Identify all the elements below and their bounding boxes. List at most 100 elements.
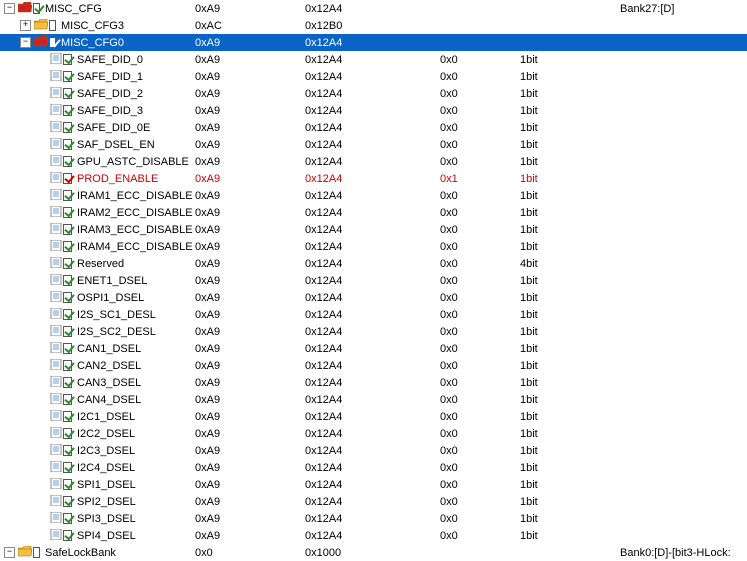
expand-toggle-icon[interactable]: + (20, 20, 31, 31)
checkbox[interactable] (63, 428, 72, 439)
tree-row[interactable]: GPU_ASTC_DISABLE0xA90x12A40x01bit (0, 153, 747, 170)
tree-row[interactable]: IRAM1_ECC_DISABLE0xA90x12A40x01bit (0, 187, 747, 204)
cell-c2: 0x12A4 (305, 309, 440, 321)
checkbox[interactable] (63, 496, 72, 507)
checkbox[interactable] (63, 258, 72, 269)
checkbox[interactable] (33, 547, 40, 558)
node-label: CAN2_DSEL (76, 360, 141, 372)
checkbox[interactable] (63, 309, 72, 320)
node-label: Reserved (76, 258, 124, 270)
tree-row[interactable]: I2C4_DSEL0xA90x12A40x01bit (0, 459, 747, 476)
tree-row[interactable]: SPI4_DSEL0xA90x12A40x01bit (0, 527, 747, 544)
tree-row[interactable]: SAF_DSEL_EN0xA90x12A40x01bit (0, 136, 747, 153)
checkbox[interactable] (63, 139, 72, 150)
tree-row[interactable]: I2S_SC2_DESL0xA90x12A40x01bit (0, 323, 747, 340)
checkbox[interactable] (33, 3, 40, 14)
cell-c3: 0x0 (440, 122, 520, 134)
cell-c2: 0x12A4 (305, 241, 440, 253)
cell-c3: 0x0 (440, 513, 520, 525)
checkbox[interactable] (63, 224, 72, 235)
cell-c2: 0x12A4 (305, 394, 440, 406)
tree-row[interactable]: I2C3_DSEL0xA90x12A40x01bit (0, 442, 747, 459)
checkbox[interactable] (63, 377, 72, 388)
tree-row[interactable]: SPI3_DSEL0xA90x12A40x01bit (0, 510, 747, 527)
expand-toggle-icon[interactable]: − (20, 37, 31, 48)
tree-row[interactable]: I2C1_DSEL0xA90x12A40x01bit (0, 408, 747, 425)
tree-row[interactable]: SAFE_DID_10xA90x12A40x01bit (0, 68, 747, 85)
tree-row[interactable]: OSPI1_DSEL0xA90x12A40x01bit (0, 289, 747, 306)
cell-c3: 0x0 (440, 326, 520, 338)
tree-row[interactable]: IRAM2_ECC_DISABLE0xA90x12A40x01bit (0, 204, 747, 221)
tree-row[interactable]: + MISC_CFG30xAC0x12B0 (0, 17, 747, 34)
cell-c3: 0x0 (440, 360, 520, 372)
cell-c1: 0xA9 (195, 394, 305, 406)
cell-c1: 0xA9 (195, 411, 305, 423)
checkbox[interactable] (63, 513, 72, 524)
tree-row[interactable]: CAN3_DSEL0xA90x12A40x01bit (0, 374, 747, 391)
register-tree[interactable]: − MISC_CFG0xA90x12A4Bank27:[D]+ MISC_CFG… (0, 0, 747, 561)
checkbox[interactable] (63, 411, 72, 422)
checkbox[interactable] (63, 479, 72, 490)
checkbox[interactable] (63, 326, 72, 337)
node-label: SPI1_DSEL (76, 479, 136, 491)
checkbox[interactable] (63, 360, 72, 371)
node-label: SPI3_DSEL (76, 513, 136, 525)
checkbox[interactable] (63, 105, 72, 116)
checkbox[interactable] (63, 190, 72, 201)
checkbox[interactable] (63, 462, 72, 473)
expand-toggle-icon (36, 156, 47, 167)
cell-c1: 0xA9 (195, 241, 305, 253)
tree-row[interactable]: SAFE_DID_30xA90x12A40x01bit (0, 102, 747, 119)
checkbox[interactable] (63, 275, 72, 286)
checkbox[interactable] (63, 292, 72, 303)
cell-c1: 0xAC (195, 20, 305, 32)
cell-c4: 1bit (520, 156, 620, 168)
cell-c1: 0x0 (195, 547, 305, 559)
tree-row[interactable]: SAFE_DID_0E0xA90x12A40x01bit (0, 119, 747, 136)
checkbox[interactable] (63, 394, 72, 405)
tree-row[interactable]: SAFE_DID_00xA90x12A40x01bit (0, 51, 747, 68)
tree-row[interactable]: CAN1_DSEL0xA90x12A40x01bit (0, 340, 747, 357)
checkbox[interactable] (63, 241, 72, 252)
checkbox[interactable] (63, 445, 72, 456)
tree-row[interactable]: I2C2_DSEL0xA90x12A40x01bit (0, 425, 747, 442)
checkbox[interactable] (63, 71, 72, 82)
checkbox[interactable] (63, 88, 72, 99)
node-label: ENET1_DSEL (76, 275, 147, 287)
checkbox[interactable] (63, 54, 72, 65)
tree-row[interactable]: CAN4_DSEL0xA90x12A40x01bit (0, 391, 747, 408)
node-label: I2C2_DSEL (76, 428, 135, 440)
tree-row[interactable]: − MISC_CFG00xA90x12A4 (0, 34, 747, 51)
cell-c1: 0xA9 (195, 513, 305, 525)
cell-c1: 0xA9 (195, 54, 305, 66)
folder-icon (18, 546, 32, 560)
expand-toggle-icon[interactable]: − (4, 547, 15, 558)
tree-row[interactable]: Reserved0xA90x12A40x04bit (0, 255, 747, 272)
tree-row[interactable]: PROD_ENABLE0xA90x12A40x11bit (0, 170, 747, 187)
checkbox[interactable] (63, 156, 72, 167)
folder-icon (34, 19, 48, 33)
tree-row[interactable]: − SafeLockBank0x00x1000Bank0:[D]-[bit3-H… (0, 544, 747, 561)
tree-row[interactable]: SAFE_DID_20xA90x12A40x01bit (0, 85, 747, 102)
checkbox[interactable] (49, 37, 56, 48)
checkbox[interactable] (63, 173, 72, 184)
tree-row[interactable]: IRAM3_ECC_DISABLE0xA90x12A40x01bit (0, 221, 747, 238)
doc-icon (50, 70, 62, 84)
checkbox[interactable] (63, 207, 72, 218)
cell-c2: 0x12A4 (305, 37, 440, 49)
tree-row[interactable]: ENET1_DSEL0xA90x12A40x01bit (0, 272, 747, 289)
tree-row[interactable]: I2S_SC1_DESL0xA90x12A40x01bit (0, 306, 747, 323)
tree-row[interactable]: − MISC_CFG0xA90x12A4Bank27:[D] (0, 0, 747, 17)
doc-icon (50, 53, 62, 67)
checkbox[interactable] (63, 530, 72, 541)
cell-c2: 0x12A4 (305, 88, 440, 100)
checkbox[interactable] (49, 20, 56, 31)
tree-row[interactable]: SPI2_DSEL0xA90x12A40x01bit (0, 493, 747, 510)
tree-row[interactable]: CAN2_DSEL0xA90x12A40x01bit (0, 357, 747, 374)
checkbox[interactable] (63, 343, 72, 354)
tree-row[interactable]: SPI1_DSEL0xA90x12A40x01bit (0, 476, 747, 493)
tree-row[interactable]: IRAM4_ECC_DISABLE0xA90x12A40x01bit (0, 238, 747, 255)
expand-toggle-icon[interactable]: − (4, 3, 15, 14)
checkbox[interactable] (63, 122, 72, 133)
node-label: PROD_ENABLE (76, 173, 158, 185)
